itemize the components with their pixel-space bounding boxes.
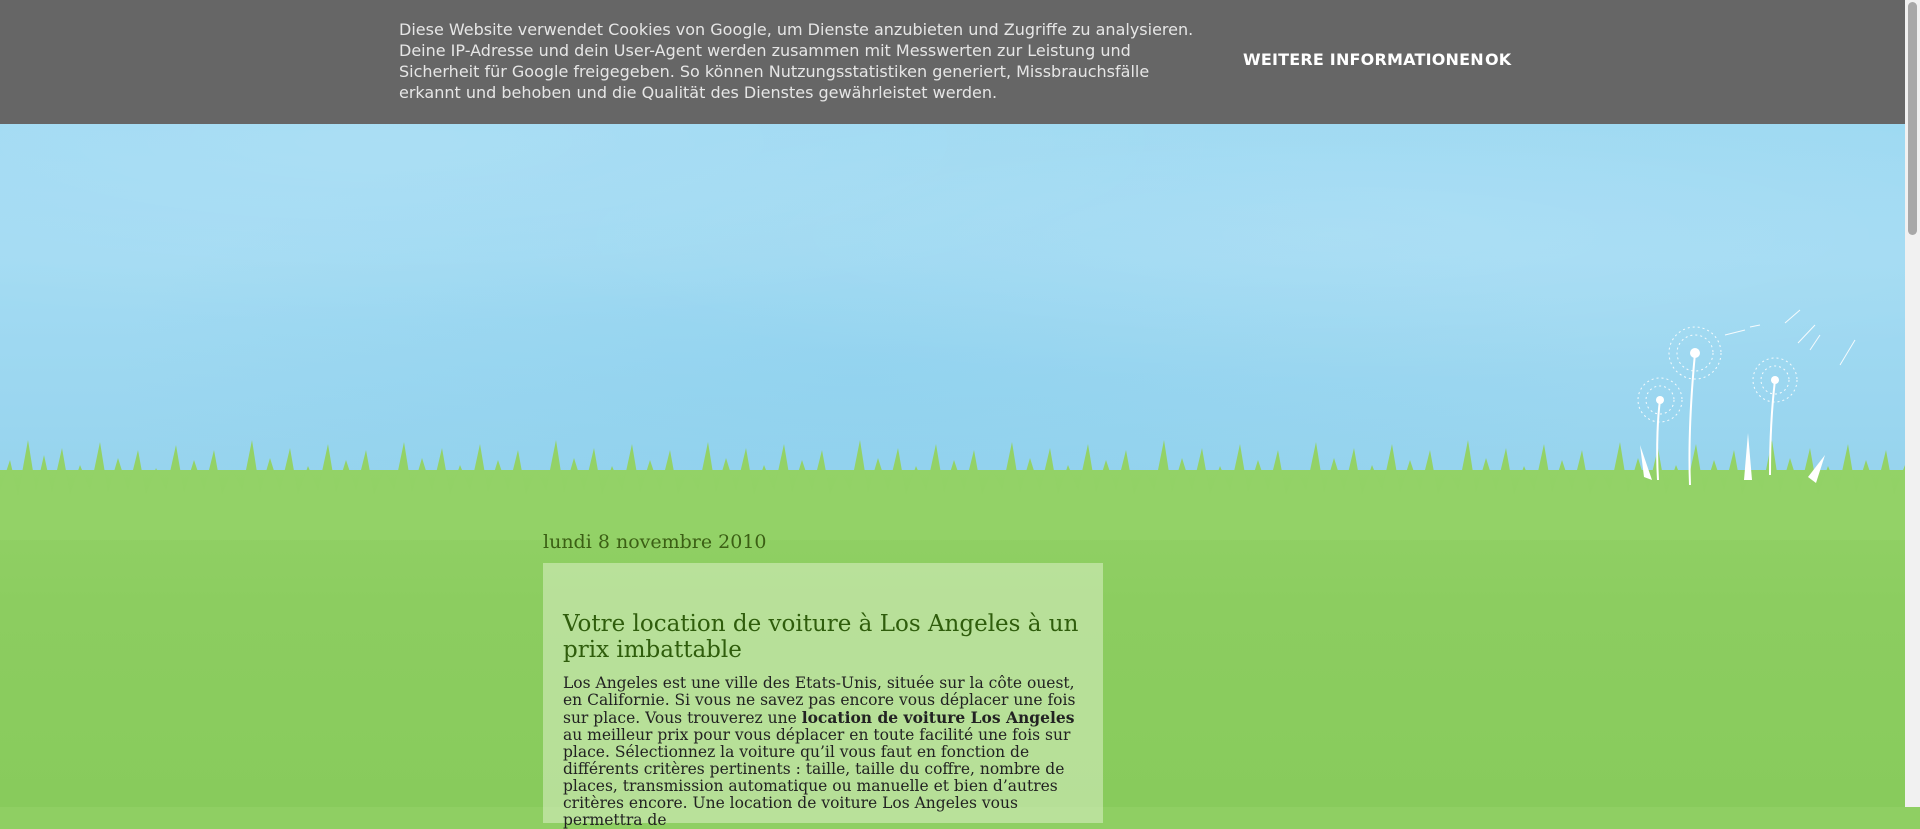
post-body-keyword: location de voiture Los Angeles (801, 708, 1075, 727)
post-title[interactable]: Votre location de voiture à Los Angeles … (563, 611, 1083, 663)
cookie-notice-text: Diese Website verwendet Cookies von Goog… (399, 20, 1194, 102)
date-header: lundi 8 novembre 2010 (543, 531, 767, 553)
more-info-link[interactable]: WEITERE INFORMATIONEN (1243, 50, 1484, 69)
blog-post: Votre location de voiture à Los Angeles … (543, 563, 1103, 829)
scrollbar-thumb[interactable] (1908, 2, 1917, 235)
cookie-notice-bar: Diese Website verwendet Cookies von Goog… (0, 0, 1905, 124)
ok-button[interactable]: OK (1485, 50, 1511, 69)
vertical-scrollbar[interactable] (1905, 0, 1920, 807)
post-body-text-continued: au meilleur prix pour vous déplacer en t… (563, 726, 1071, 829)
dandelion-illustration (1637, 309, 1856, 486)
post-body: Los Angeles est une ville des Etats-Unis… (563, 675, 1083, 829)
